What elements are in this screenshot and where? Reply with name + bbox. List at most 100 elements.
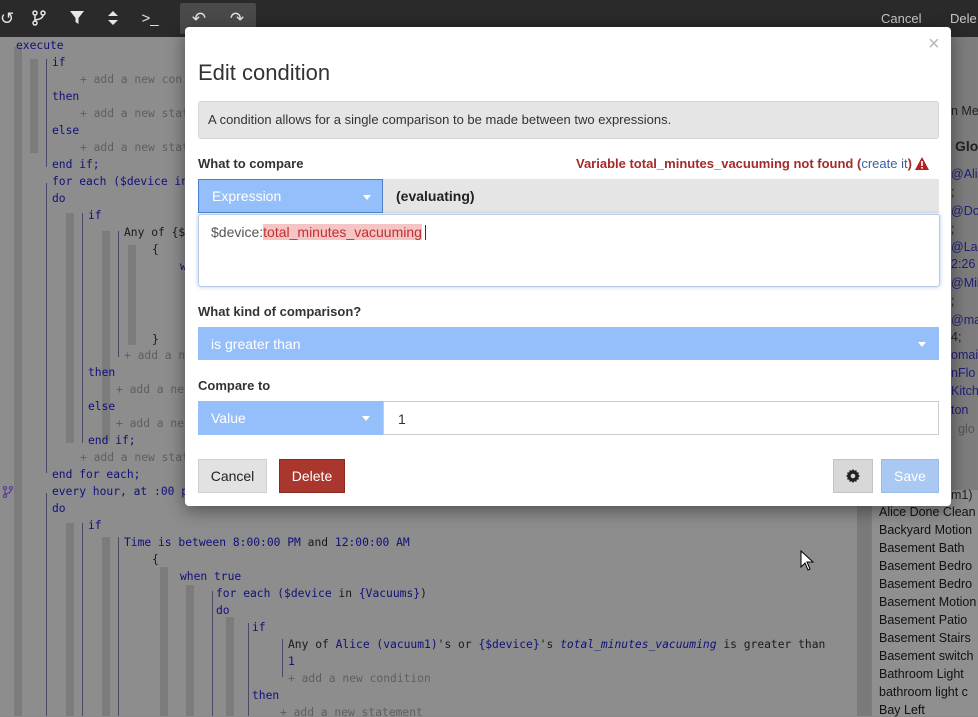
expression-invalid-variable: total_minutes_vacuuming bbox=[263, 224, 422, 240]
code-every-hour[interactable]: every hour, at :00 p bbox=[52, 485, 188, 498]
code-for-each[interactable]: for each ($device in bbox=[52, 175, 188, 188]
filter-icon[interactable] bbox=[66, 3, 88, 34]
add-condition-link[interactable]: + add a new con bbox=[80, 73, 182, 86]
or-text: 's or bbox=[437, 638, 479, 651]
comparison-value: is greater than bbox=[211, 336, 301, 352]
alice-device: Alice (vacuum1) bbox=[335, 638, 438, 651]
cancel-button[interactable]: Cancel bbox=[198, 459, 267, 493]
device-list-item[interactable]: Basement Motion bbox=[879, 595, 976, 609]
add-statement-link[interactable]: + add a ne bbox=[116, 383, 184, 396]
gear-icon bbox=[846, 469, 860, 483]
device-list-item[interactable]: Basement Bedro bbox=[879, 577, 972, 591]
code-if[interactable]: if bbox=[52, 56, 66, 69]
device-variable: $device bbox=[284, 587, 332, 600]
panel-fragment: ; bbox=[951, 185, 955, 199]
code-if[interactable]: if bbox=[252, 621, 266, 634]
block-line bbox=[82, 213, 83, 443]
panel-fragment: ; bbox=[951, 294, 955, 308]
panel-fragment: @Do bbox=[951, 204, 978, 218]
block-line bbox=[118, 231, 119, 357]
device-list-item[interactable]: Bay Left bbox=[879, 703, 925, 717]
device-list-item[interactable]: Basement switch bbox=[879, 649, 973, 663]
console-icon[interactable]: >_ bbox=[138, 3, 162, 34]
code-do: do bbox=[52, 192, 66, 205]
code-else: else bbox=[88, 400, 116, 413]
code-brace: { bbox=[152, 243, 159, 256]
indent-gutter bbox=[128, 245, 136, 345]
comparison-kind-label: What kind of comparison? bbox=[198, 304, 362, 319]
code-do: do bbox=[52, 502, 66, 515]
text-cursor bbox=[424, 225, 426, 240]
code-execute: execute bbox=[16, 39, 64, 52]
fork-icon[interactable] bbox=[2, 486, 14, 498]
block-line bbox=[282, 639, 283, 677]
what-to-compare-label: What to compare bbox=[198, 156, 304, 171]
indent-gutter bbox=[186, 585, 194, 716]
code-if[interactable]: if bbox=[88, 209, 102, 222]
block-line bbox=[82, 523, 83, 716]
sort-icon[interactable] bbox=[104, 3, 122, 34]
code-for-each[interactable]: for each ($device in {Vacuums}) bbox=[216, 587, 427, 600]
device-list-item[interactable]: bathroom light c bbox=[879, 685, 968, 699]
code-any-of[interactable]: Any of {$d bbox=[124, 226, 192, 239]
device-list-item[interactable]: Basement Bath bbox=[879, 541, 964, 555]
create-variable-link[interactable]: create it bbox=[861, 156, 907, 171]
indent-gutter bbox=[102, 537, 110, 716]
evaluating-status: (evaluating) bbox=[396, 188, 475, 204]
add-condition-link[interactable]: + add a new condition bbox=[288, 672, 431, 685]
add-condition-link[interactable]: + add a ne bbox=[124, 349, 192, 362]
delete-button[interactable]: Delete bbox=[279, 459, 345, 493]
add-statement-link[interactable]: + add a new stat bbox=[80, 451, 189, 464]
indent-gutter bbox=[160, 567, 168, 716]
comparison-select[interactable]: is greater than bbox=[198, 327, 939, 360]
save-button[interactable]: Save bbox=[881, 459, 939, 493]
for-each-keyword: for each ( bbox=[216, 587, 285, 600]
dialog-title: Edit condition bbox=[198, 60, 331, 85]
toolbar-cancel-link[interactable]: Cancel bbox=[881, 11, 921, 26]
compare-value-input[interactable]: 1 bbox=[383, 401, 939, 435]
chevron-down-icon bbox=[363, 195, 371, 200]
expression-input[interactable]: $device:total_minutes_vacuuming bbox=[198, 214, 940, 287]
code-brace: } bbox=[152, 333, 159, 346]
block-line bbox=[46, 493, 47, 716]
device-ref: {$device} bbox=[478, 638, 540, 651]
add-statement-link[interactable]: + add a new statement bbox=[280, 706, 423, 716]
indent-gutter bbox=[66, 213, 74, 443]
redo-partial-icon[interactable]: ↺ bbox=[0, 3, 14, 34]
code-else: else bbox=[52, 124, 80, 137]
compare-to-label: Compare to bbox=[198, 378, 271, 393]
block-line bbox=[46, 183, 47, 473]
code-if[interactable]: if bbox=[88, 519, 102, 532]
panel-fragment: ton bbox=[951, 403, 969, 417]
time-start: 8:00:00 PM bbox=[232, 536, 301, 549]
block-line bbox=[212, 591, 213, 716]
compare-to-type-select[interactable]: Value bbox=[198, 401, 383, 435]
device-list-item[interactable]: Alice Done Clean bbox=[879, 505, 976, 519]
code-then: then bbox=[252, 689, 280, 702]
code-do: do bbox=[216, 604, 230, 617]
device-list-item[interactable]: Bathroom Light bbox=[879, 667, 964, 681]
info-box: A condition allows for a single comparis… bbox=[198, 101, 939, 139]
fork-icon[interactable] bbox=[28, 3, 50, 34]
device-list-item[interactable]: Backyard Motion bbox=[879, 523, 972, 537]
device-list-item[interactable]: Basement Stairs bbox=[879, 631, 971, 645]
edit-condition-dialog: × Edit condition A condition allows for … bbox=[185, 27, 951, 506]
any-of-keyword: Any of bbox=[288, 638, 336, 651]
paren-close: ) bbox=[420, 587, 427, 600]
close-icon[interactable]: × bbox=[928, 33, 940, 56]
mouse-cursor-icon bbox=[800, 550, 814, 571]
toolbar-delete-link[interactable]: Dele bbox=[950, 11, 977, 26]
panel-fragment: Glo bbox=[955, 138, 978, 154]
code-time-condition[interactable]: Time is between 8:00:00 PM and 12:00:00 … bbox=[124, 536, 410, 549]
settings-button[interactable] bbox=[833, 459, 873, 493]
error-suffix: ) bbox=[907, 156, 912, 171]
add-statement-link[interactable]: + add a ne bbox=[116, 417, 184, 430]
code-any-of-condition[interactable]: Any of Alice (vacuum1)'s or {$device}'s … bbox=[288, 638, 825, 651]
operand-type-select[interactable]: Expression bbox=[198, 179, 383, 213]
device-list-item[interactable]: Basement Bedro bbox=[879, 559, 972, 573]
add-statement-link[interactable]: + add a new stat bbox=[80, 141, 189, 154]
panel-fragment: glo bbox=[958, 422, 975, 436]
add-statement-link[interactable]: + add a new stat bbox=[80, 107, 189, 120]
panel-fragment: nFlo bbox=[951, 366, 976, 380]
device-list-item[interactable]: Basement Patio bbox=[879, 613, 967, 627]
